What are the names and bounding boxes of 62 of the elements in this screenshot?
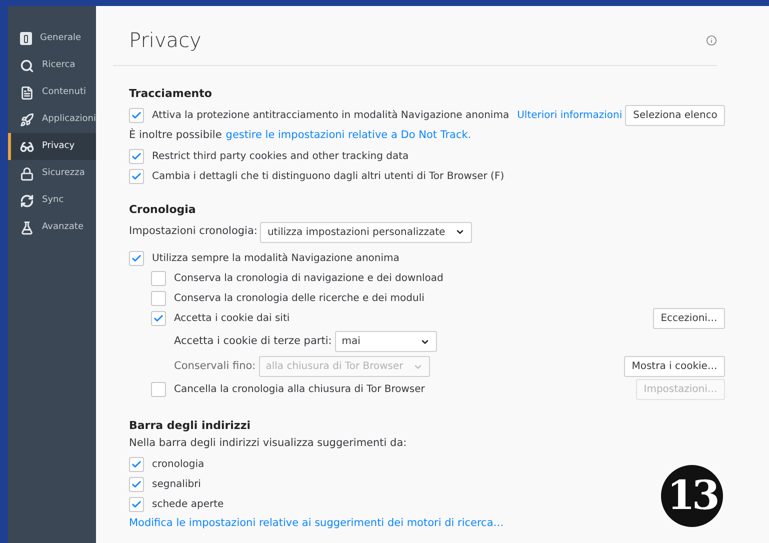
checkbox[interactable] bbox=[128, 148, 144, 164]
dropdown[interactable]: utilizza impostazioni personalizzate bbox=[260, 222, 472, 242]
section-heading: Tracciamento bbox=[128, 86, 213, 102]
sidebar-item[interactable]: Ricerca bbox=[8, 52, 96, 79]
checkbox-label: cronologia bbox=[152, 458, 204, 472]
flask-icon bbox=[20, 220, 34, 234]
checkbox-label: Conserva la cronologia di navigazione e dei download bbox=[174, 272, 444, 286]
checkbox[interactable] bbox=[150, 290, 166, 306]
check-icon bbox=[130, 458, 142, 470]
sidebar-item[interactable]: Contenuti bbox=[8, 79, 96, 106]
intro-text: Nella barra degli indirizzi visualizza suggerimenti da: bbox=[128, 436, 408, 451]
sync-icon bbox=[20, 194, 34, 208]
checkbox[interactable] bbox=[128, 168, 144, 184]
switch-icon bbox=[20, 32, 32, 45]
checkbox-label: Restrict third party cookies and other tracking data bbox=[152, 150, 409, 164]
page-title: Privacy bbox=[128, 27, 202, 54]
checkbox[interactable] bbox=[150, 311, 166, 326]
section-heading: Cronologia bbox=[128, 202, 197, 218]
field-label: Accetta i cookie di terze parti: bbox=[174, 334, 332, 349]
checkbox-label: schede aperte bbox=[152, 498, 224, 512]
check-icon bbox=[130, 498, 142, 510]
check-icon bbox=[130, 252, 142, 264]
check-icon bbox=[130, 170, 142, 182]
sidebar-item[interactable]: Generale bbox=[8, 25, 96, 52]
document-icon bbox=[20, 86, 34, 100]
action-button[interactable]: Seleziona elenco bbox=[625, 104, 726, 126]
dropdown[interactable]: mai bbox=[334, 331, 437, 352]
callout-number: 13 bbox=[660, 465, 723, 527]
checkbox[interactable] bbox=[128, 476, 144, 492]
checkbox-label: segnalibri bbox=[152, 478, 201, 492]
check-icon bbox=[130, 110, 142, 120]
sidebar-item[interactable]: Sicurezza bbox=[8, 160, 96, 187]
checkbox[interactable] bbox=[150, 270, 166, 286]
dnt-text: È inoltre possibile bbox=[128, 128, 222, 144]
checkbox[interactable] bbox=[128, 250, 144, 266]
checkbox-label: Conserva la cronologia delle ricerche e dei moduli bbox=[174, 292, 424, 306]
checkbox[interactable] bbox=[128, 456, 144, 472]
sidebar-item[interactable]: Privacy bbox=[8, 133, 96, 160]
section-heading: Barra degli indirizzi bbox=[128, 418, 252, 434]
checkbox-label: Accetta i cookie dai siti bbox=[174, 312, 290, 326]
search-icon bbox=[20, 58, 34, 72]
action-button[interactable]: Eccezioni… bbox=[652, 308, 726, 329]
field-label: Conservali fino: bbox=[174, 358, 256, 374]
sidebar-item[interactable]: Avanzate bbox=[8, 214, 96, 241]
check-icon bbox=[130, 150, 142, 162]
checkbox[interactable] bbox=[128, 108, 144, 122]
checkbox-label: Attiva la protezione antitracciamento in modalità Navigazione anonima bbox=[152, 108, 510, 122]
help-icon[interactable] bbox=[706, 34, 718, 46]
sidebar-item[interactable]: Sync bbox=[8, 187, 96, 214]
lock-icon bbox=[20, 166, 34, 180]
rocket-icon bbox=[20, 112, 34, 126]
check-icon bbox=[152, 313, 164, 324]
checkbox[interactable] bbox=[128, 496, 144, 512]
checkbox-label: Utilizza sempre la modalità Navigazione anonima bbox=[152, 252, 400, 266]
field-label: Impostazioni cronologia: bbox=[128, 224, 258, 240]
info-link[interactable]: Ulteriori informazioni bbox=[517, 108, 622, 122]
checkbox-label: Cambia i dettagli che ti distinguono dagli altri utenti di Tor Browser (F) bbox=[152, 170, 504, 184]
dnt-link[interactable]: gestire le impostazioni relative a Do Not Track. bbox=[226, 128, 472, 144]
sidebar-item[interactable]: Applicazioni bbox=[8, 106, 96, 133]
checkbox[interactable] bbox=[150, 382, 166, 397]
check-icon bbox=[130, 478, 142, 490]
checkbox-label: Cancella la cronologia alla chiusura di Tor Browser bbox=[174, 383, 425, 397]
